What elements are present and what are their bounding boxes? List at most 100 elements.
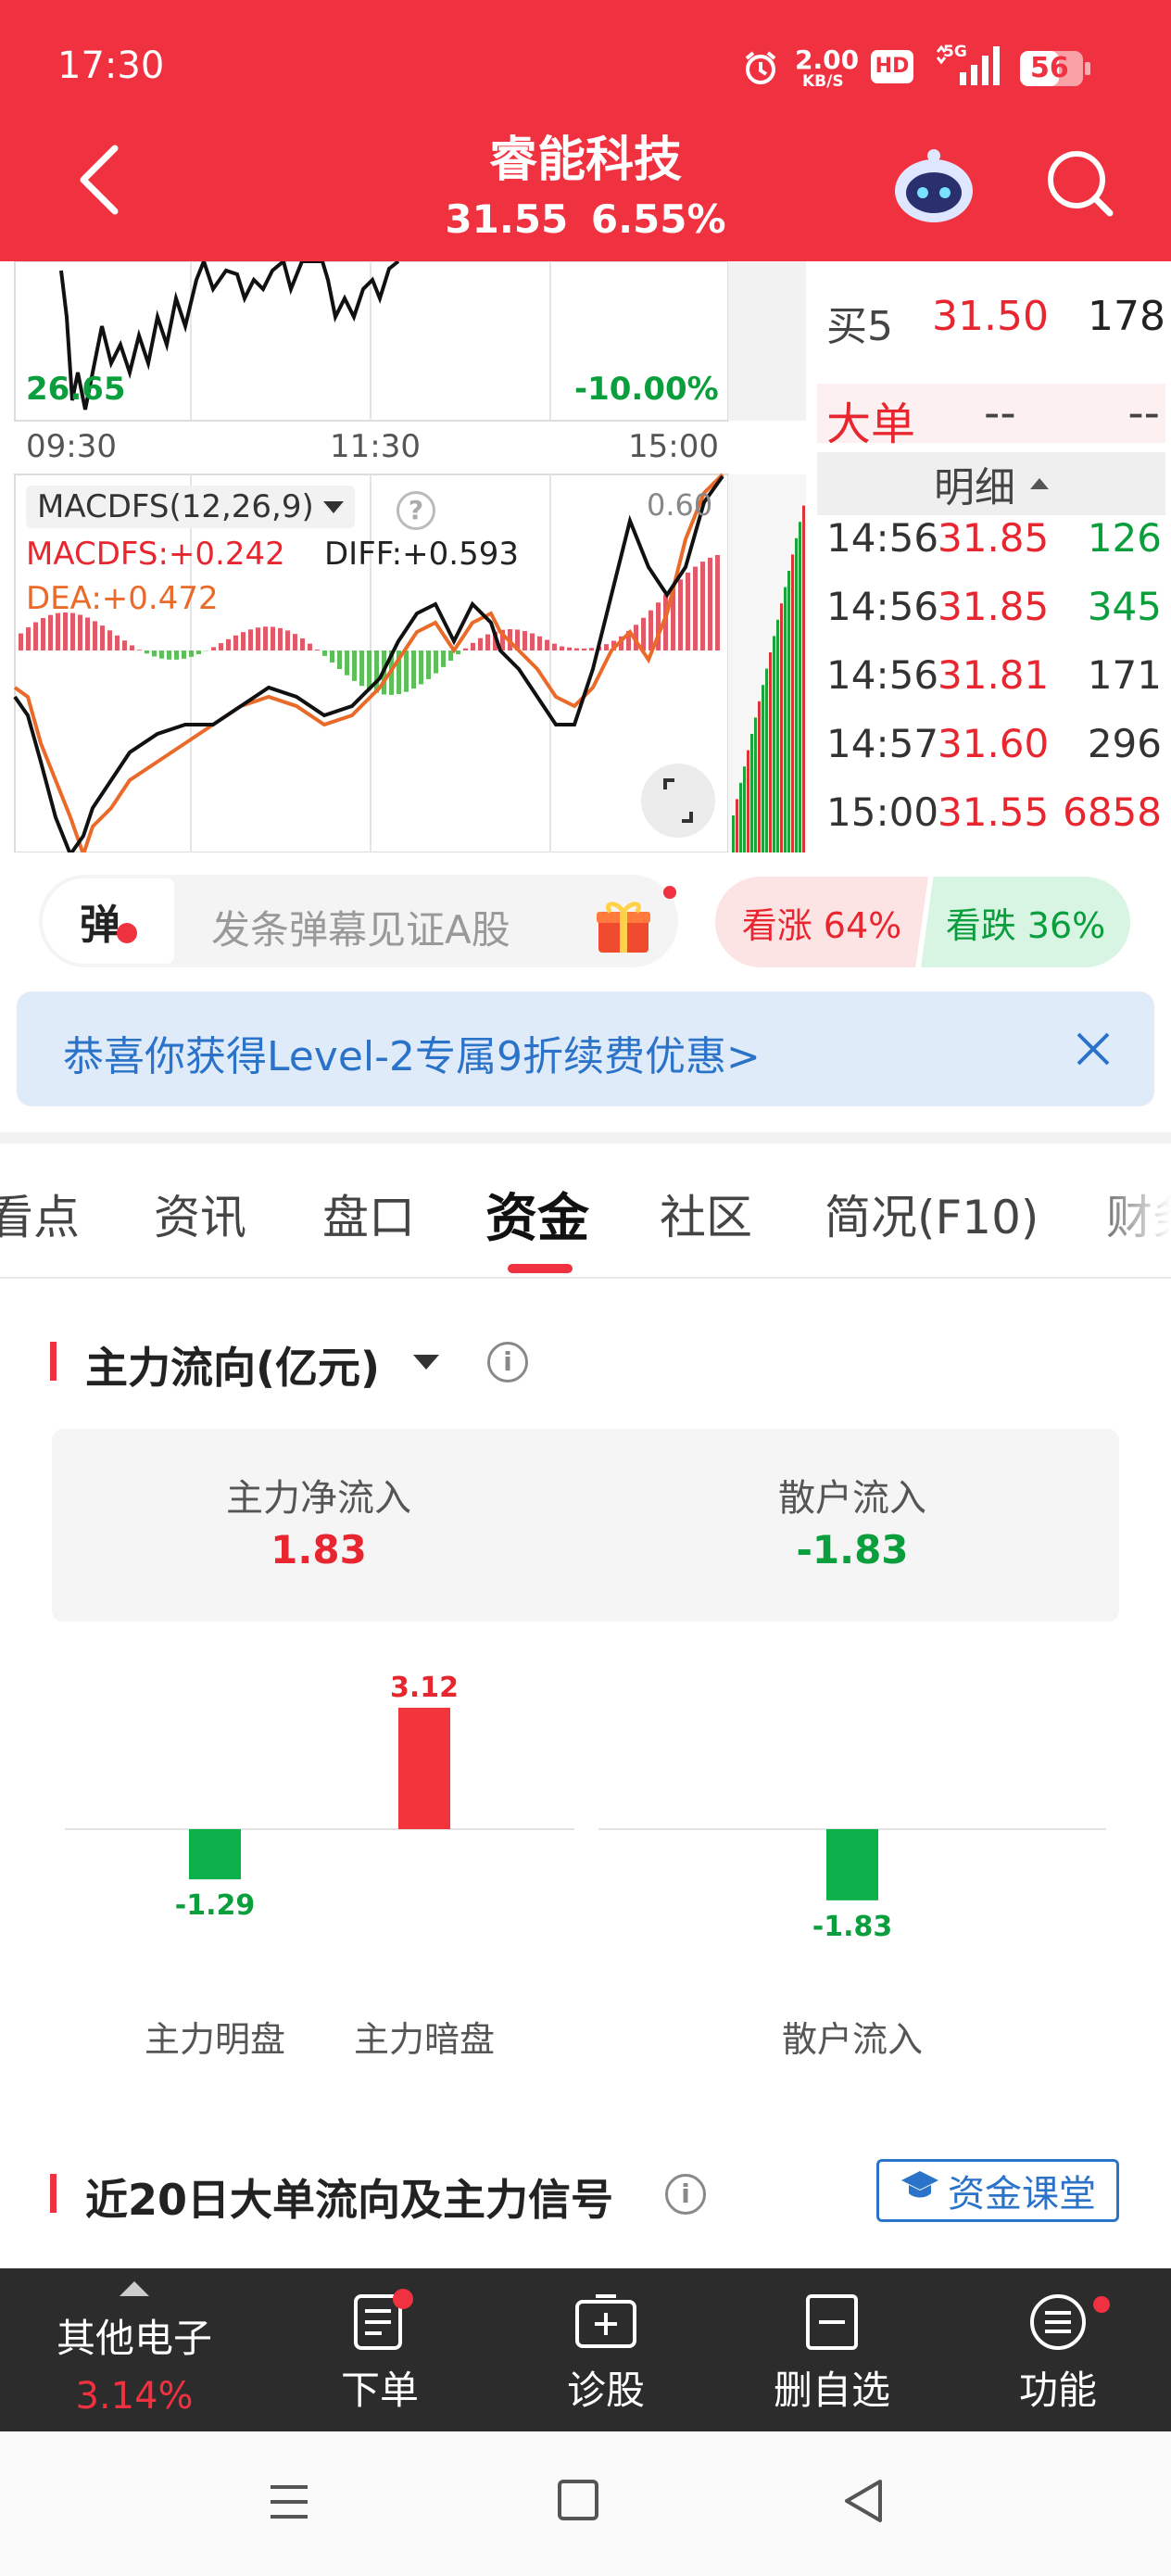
- fund-course-label: 资金课堂: [948, 2173, 1096, 2216]
- macd-indicator-selector[interactable]: MACDFS(12,26,9): [26, 486, 355, 528]
- recent-apps-icon[interactable]: [267, 2480, 311, 2524]
- volume-bar: [747, 750, 749, 852]
- nav-functions[interactable]: 功能: [984, 2268, 1132, 2431]
- macd-bar: [715, 554, 720, 650]
- macd-bar: [122, 640, 127, 650]
- nav-remove-watchlist[interactable]: 删自选: [758, 2268, 906, 2431]
- fund-course-button[interactable]: 资金课堂: [876, 2159, 1119, 2222]
- sector-pct: 3.14%: [75, 2375, 194, 2418]
- volume-bar: [754, 717, 757, 852]
- volume-bar: [784, 587, 787, 852]
- close-icon[interactable]: [1073, 1029, 1114, 1069]
- fund-flow-title[interactable]: 主力流向(亿元): [85, 1334, 380, 1395]
- macd-bar: [167, 650, 171, 660]
- tab-2[interactable]: 盘口: [322, 1181, 415, 1247]
- volume-bar: [765, 668, 768, 852]
- chart-low-price: 26.65: [26, 371, 126, 408]
- macd-bar: [337, 650, 342, 670]
- buy5-row: 买5 31.50 178: [817, 289, 1165, 350]
- macd-bar: [359, 650, 364, 687]
- macd-bar: [582, 648, 586, 650]
- retail-inflow-label: 散户流入: [778, 1477, 926, 1520]
- macd-bar: [278, 627, 283, 650]
- macd-bar: [233, 635, 238, 650]
- macd-bar: [93, 621, 97, 650]
- macd-bar: [293, 634, 297, 650]
- macd-bar: [100, 625, 105, 650]
- search-icon[interactable]: [1043, 146, 1117, 221]
- tab-5[interactable]: 简况(F10): [825, 1181, 1039, 1247]
- macd-bar: [441, 650, 446, 667]
- fund-bar-value: 3.12: [390, 1672, 459, 1704]
- volume-bar: [776, 619, 779, 852]
- macd-bar: [434, 650, 438, 674]
- macd-bar: [648, 610, 653, 650]
- fund-bar-category: 主力明盘: [145, 2019, 285, 2060]
- macd-bar: [530, 633, 535, 650]
- stock-change-pct: 6.55%: [590, 196, 726, 242]
- system-nav-bar: [0, 2431, 1171, 2576]
- trade-time: 14:56: [826, 515, 939, 561]
- tab-3[interactable]: 资金: [485, 1177, 589, 1252]
- volume-bar: [780, 603, 783, 852]
- macd-bar: [463, 648, 468, 650]
- bullish-vote-button[interactable]: 看涨 64%: [715, 877, 928, 967]
- main-inflow-label: 主力净流入: [226, 1477, 411, 1520]
- macd-bar: [48, 614, 53, 650]
- trade-time: 15:00: [826, 789, 939, 835]
- robot-assistant-icon[interactable]: [889, 139, 978, 228]
- macd-bar: [374, 650, 379, 693]
- macd-bar: [219, 643, 223, 650]
- nav-order[interactable]: 下单: [306, 2268, 454, 2431]
- big-order-row: 大单 -- --: [817, 384, 1165, 450]
- info-icon[interactable]: i: [487, 1342, 528, 1383]
- tab-4[interactable]: 社区: [660, 1181, 752, 1247]
- macd-bar: [63, 612, 68, 650]
- macd-bar: [26, 627, 31, 650]
- macd-bar: [708, 557, 712, 650]
- back-nav-icon[interactable]: [841, 2478, 886, 2524]
- trade-volume: 296: [1087, 721, 1162, 766]
- trade-row: 15:00 31.55 6858: [817, 782, 1165, 847]
- detail-tab[interactable]: 明细: [817, 452, 1165, 515]
- macd-bar: [189, 650, 194, 657]
- nav-dot: [1093, 2296, 1110, 2313]
- retail-inflow-value: -1.83: [796, 1527, 909, 1572]
- tab-1[interactable]: 资讯: [154, 1181, 246, 1247]
- header-bar: 17:30 2.00 KB/S HD 5G 56 睿能科技 31.55 6.55…: [0, 0, 1171, 261]
- volume-bar: [762, 685, 764, 852]
- trade-time: 14:56: [826, 652, 939, 698]
- tab-0[interactable]: 看点: [0, 1181, 80, 1247]
- detail-label: 明细: [934, 464, 1015, 511]
- volume-bar: [791, 554, 794, 852]
- macd-bar: [322, 650, 327, 656]
- sector-item[interactable]: 其他电子 3.14%: [28, 2268, 241, 2431]
- section-marker: [50, 1342, 57, 1381]
- home-icon[interactable]: [558, 2480, 598, 2520]
- nav-diagnose-label: 诊股: [566, 2368, 645, 2413]
- macd-bar: [560, 646, 564, 650]
- fund-flow-bar-chart: -1.29 主力明盘 3.12 主力暗盘 -1.83 散户流入: [0, 1659, 1171, 2094]
- section2-info-icon[interactable]: i: [665, 2174, 706, 2215]
- notification-dot: [663, 886, 676, 899]
- bearish-vote-button[interactable]: 看跌 36%: [921, 877, 1130, 967]
- barrage-placeholder: 发条弹幕见证A股: [211, 907, 510, 953]
- macd-bar: [19, 633, 23, 650]
- fund-flow-dropdown-icon[interactable]: [413, 1355, 439, 1370]
- nav-diagnose[interactable]: 诊股: [532, 2268, 680, 2431]
- help-icon[interactable]: ?: [397, 491, 435, 530]
- gift-icon[interactable]: [593, 895, 654, 956]
- caret-down-icon: [322, 500, 344, 513]
- section2-marker: [50, 2174, 57, 2213]
- volume-bar: [739, 782, 742, 852]
- big-order-label: 大单: [826, 398, 916, 450]
- macd-bar: [159, 650, 164, 659]
- volume-bar: [787, 571, 790, 852]
- big-order-volume: --: [1127, 387, 1160, 439]
- fund-bar-category: 主力暗盘: [354, 2019, 495, 2060]
- macd-bar: [700, 562, 705, 650]
- buy5-price: 31.50: [932, 293, 1049, 340]
- promo-banner[interactable]: 恭喜你获得Level-2专属9折续费优惠>: [17, 991, 1154, 1106]
- sector-name: 其他电子: [56, 2316, 212, 2361]
- bottom-toolbar: 其他电子 3.14% 下单 诊股 删自选 功能: [0, 2268, 1171, 2431]
